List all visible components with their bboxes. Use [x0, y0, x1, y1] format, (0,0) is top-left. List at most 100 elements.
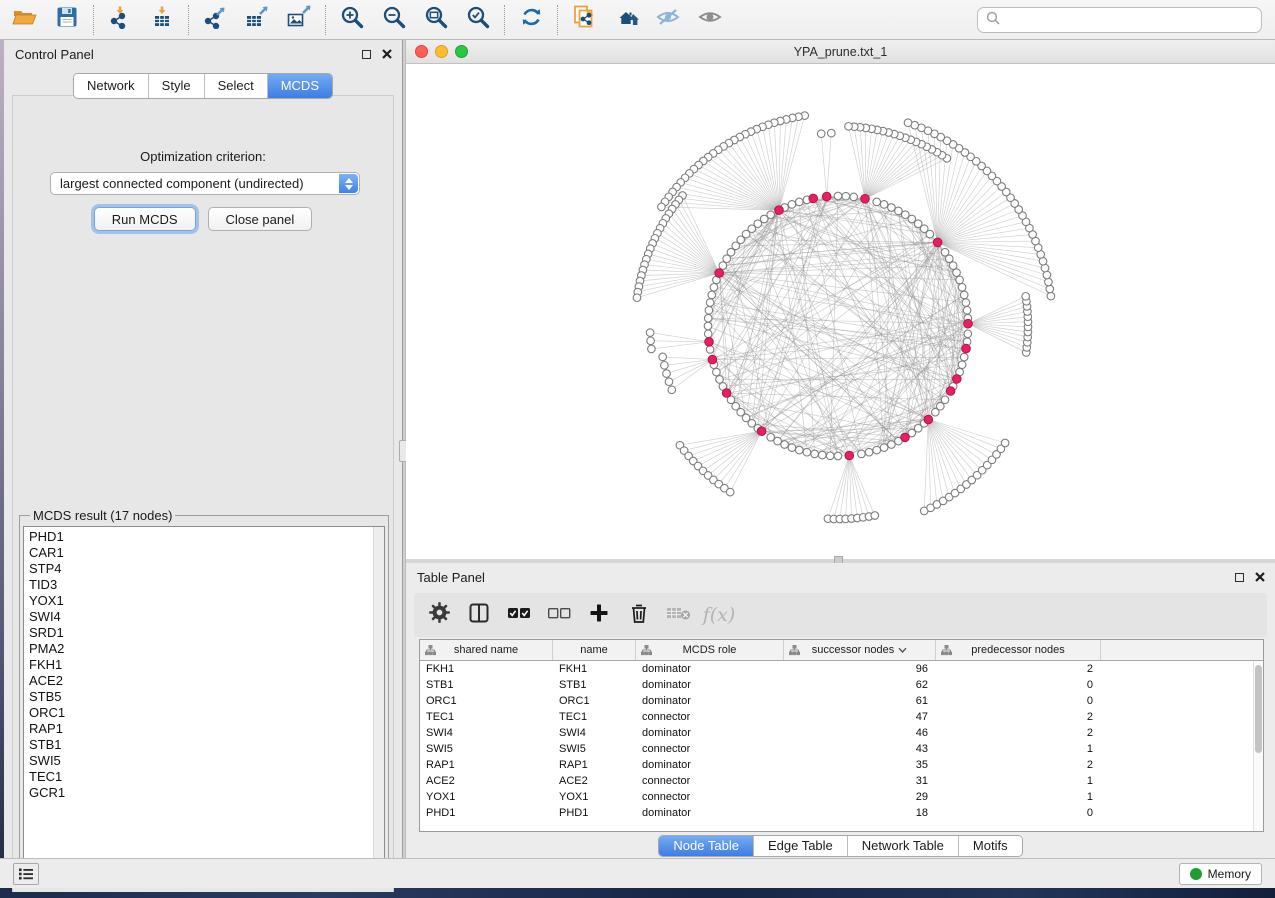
- cell-name[interactable]: RAP1: [553, 757, 636, 773]
- network-node[interactable]: [796, 446, 804, 454]
- network-node[interactable]: [834, 452, 842, 460]
- network-node[interactable]: [706, 299, 714, 307]
- cell-name[interactable]: SWI5: [553, 741, 636, 757]
- mcds-node[interactable]: [924, 415, 933, 424]
- close-panel-icon[interactable]: [382, 47, 392, 62]
- network-node[interactable]: [902, 211, 910, 219]
- leaf-node[interactable]: [1045, 278, 1053, 286]
- mcds-result-item[interactable]: YOX1: [29, 593, 384, 609]
- network-node[interactable]: [873, 446, 881, 454]
- tab-style[interactable]: Style: [148, 74, 204, 98]
- leaf-node[interactable]: [904, 119, 912, 127]
- cell-successor-nodes[interactable]: 46: [784, 725, 936, 741]
- leaf-node[interactable]: [633, 294, 641, 302]
- cell-predecessor-nodes[interactable]: 1: [936, 789, 1101, 805]
- mcds-result-item[interactable]: RAP1: [29, 721, 384, 737]
- mcds-node[interactable]: [708, 355, 717, 364]
- cell-MCDS-role[interactable]: dominator: [636, 677, 784, 693]
- leaf-node[interactable]: [646, 329, 654, 337]
- mcds-result-item[interactable]: FKH1: [29, 657, 384, 673]
- leaf-node[interactable]: [665, 378, 673, 386]
- cell-name[interactable]: ORC1: [553, 693, 636, 709]
- cell-name[interactable]: SWI4: [553, 725, 636, 741]
- mcds-result-item[interactable]: ACE2: [29, 673, 384, 689]
- toolbar-duplicate-network-button[interactable]: [563, 3, 605, 37]
- cell-MCDS-role[interactable]: connector: [636, 741, 784, 757]
- network-node[interactable]: [880, 201, 888, 209]
- network-node[interactable]: [960, 353, 968, 361]
- task-history-button[interactable]: [13, 863, 39, 885]
- mcds-node[interactable]: [964, 319, 973, 328]
- close-window-icon[interactable]: [415, 45, 428, 58]
- mcds-node[interactable]: [953, 375, 962, 384]
- mcds-node[interactable]: [901, 433, 910, 442]
- cell-successor-nodes[interactable]: 43: [784, 741, 936, 757]
- cell-shared-name[interactable]: ORC1: [420, 693, 553, 709]
- network-node[interactable]: [865, 448, 873, 456]
- network-node[interactable]: [963, 307, 971, 315]
- leaf-node[interactable]: [647, 337, 655, 345]
- cell-predecessor-nodes[interactable]: 1: [936, 741, 1101, 757]
- cell-shared-name[interactable]: YOX1: [420, 789, 553, 805]
- network-node[interactable]: [895, 207, 903, 215]
- network-node[interactable]: [873, 198, 881, 206]
- mcds-node[interactable]: [845, 451, 854, 460]
- network-node[interactable]: [708, 291, 716, 299]
- scrollbar-thumb[interactable]: [1255, 665, 1262, 753]
- cell-shared-name[interactable]: PHD1: [420, 805, 553, 821]
- network-node[interactable]: [705, 307, 713, 315]
- cell-MCDS-role[interactable]: connector: [636, 789, 784, 805]
- leaf-node[interactable]: [661, 362, 669, 370]
- mcds-node[interactable]: [962, 344, 971, 353]
- network-node[interactable]: [850, 193, 858, 201]
- mcds-node[interactable]: [809, 194, 818, 203]
- network-node[interactable]: [706, 346, 714, 354]
- mcds-node[interactable]: [705, 338, 714, 347]
- table-row[interactable]: SWI4SWI4dominator462: [420, 725, 1263, 741]
- toolbar-import-table-button[interactable]: [141, 3, 183, 37]
- network-node[interactable]: [774, 437, 782, 445]
- cell-successor-nodes[interactable]: 47: [784, 709, 936, 725]
- mcds-result-item[interactable]: STB5: [29, 689, 384, 705]
- leaf-node[interactable]: [726, 488, 734, 496]
- table-row[interactable]: YOX1YOX1connector291: [420, 789, 1263, 805]
- network-node[interactable]: [716, 376, 724, 384]
- toolbar-export-table-button[interactable]: [236, 3, 278, 37]
- list-vertical-scrollbar[interactable]: [373, 527, 384, 864]
- network-node[interactable]: [941, 248, 949, 256]
- leaf-node[interactable]: [648, 345, 656, 353]
- cell-MCDS-role[interactable]: dominator: [636, 725, 784, 741]
- table-row[interactable]: STB1STB1dominator620: [420, 677, 1263, 693]
- leaf-node[interactable]: [828, 129, 836, 137]
- leaf-node[interactable]: [1001, 439, 1009, 447]
- network-node[interactable]: [888, 204, 896, 212]
- table-row[interactable]: FKH1FKH1dominator962: [420, 661, 1263, 677]
- maximize-window-icon[interactable]: [455, 45, 468, 58]
- toolbar-export-network-button[interactable]: [194, 3, 236, 37]
- cell-shared-name[interactable]: TEC1: [420, 709, 553, 725]
- mcds-result-item[interactable]: STB1: [29, 737, 384, 753]
- toolbar-zoom-fit-button[interactable]: [415, 3, 457, 37]
- network-node[interactable]: [953, 269, 961, 277]
- cell-MCDS-role[interactable]: dominator: [636, 757, 784, 773]
- network-node[interactable]: [842, 192, 850, 200]
- network-node[interactable]: [767, 434, 775, 442]
- table-toolbar-function-button[interactable]: f(x): [706, 601, 732, 629]
- mcds-node[interactable]: [722, 389, 731, 398]
- cell-shared-name[interactable]: ACE2: [420, 773, 553, 789]
- tab-mcds[interactable]: MCDS: [267, 74, 332, 98]
- leaf-node[interactable]: [1046, 285, 1054, 293]
- tab-network-table[interactable]: Network Table: [847, 836, 958, 856]
- network-node[interactable]: [958, 361, 966, 369]
- table-toolbar-gear-button[interactable]: [426, 601, 452, 629]
- cell-shared-name[interactable]: SWI4: [420, 725, 553, 741]
- table-row[interactable]: TEC1TEC1connector472: [420, 709, 1263, 725]
- network-node[interactable]: [858, 450, 866, 458]
- network-node[interactable]: [888, 441, 896, 449]
- mcds-result-item[interactable]: STP4: [29, 561, 384, 577]
- toolbar-zoom-in-button[interactable]: [331, 3, 373, 37]
- cell-predecessor-nodes[interactable]: 0: [936, 805, 1101, 821]
- table-toolbar-deselect-all-button[interactable]: [546, 601, 572, 629]
- network-node[interactable]: [713, 368, 721, 376]
- cell-successor-nodes[interactable]: 35: [784, 757, 936, 773]
